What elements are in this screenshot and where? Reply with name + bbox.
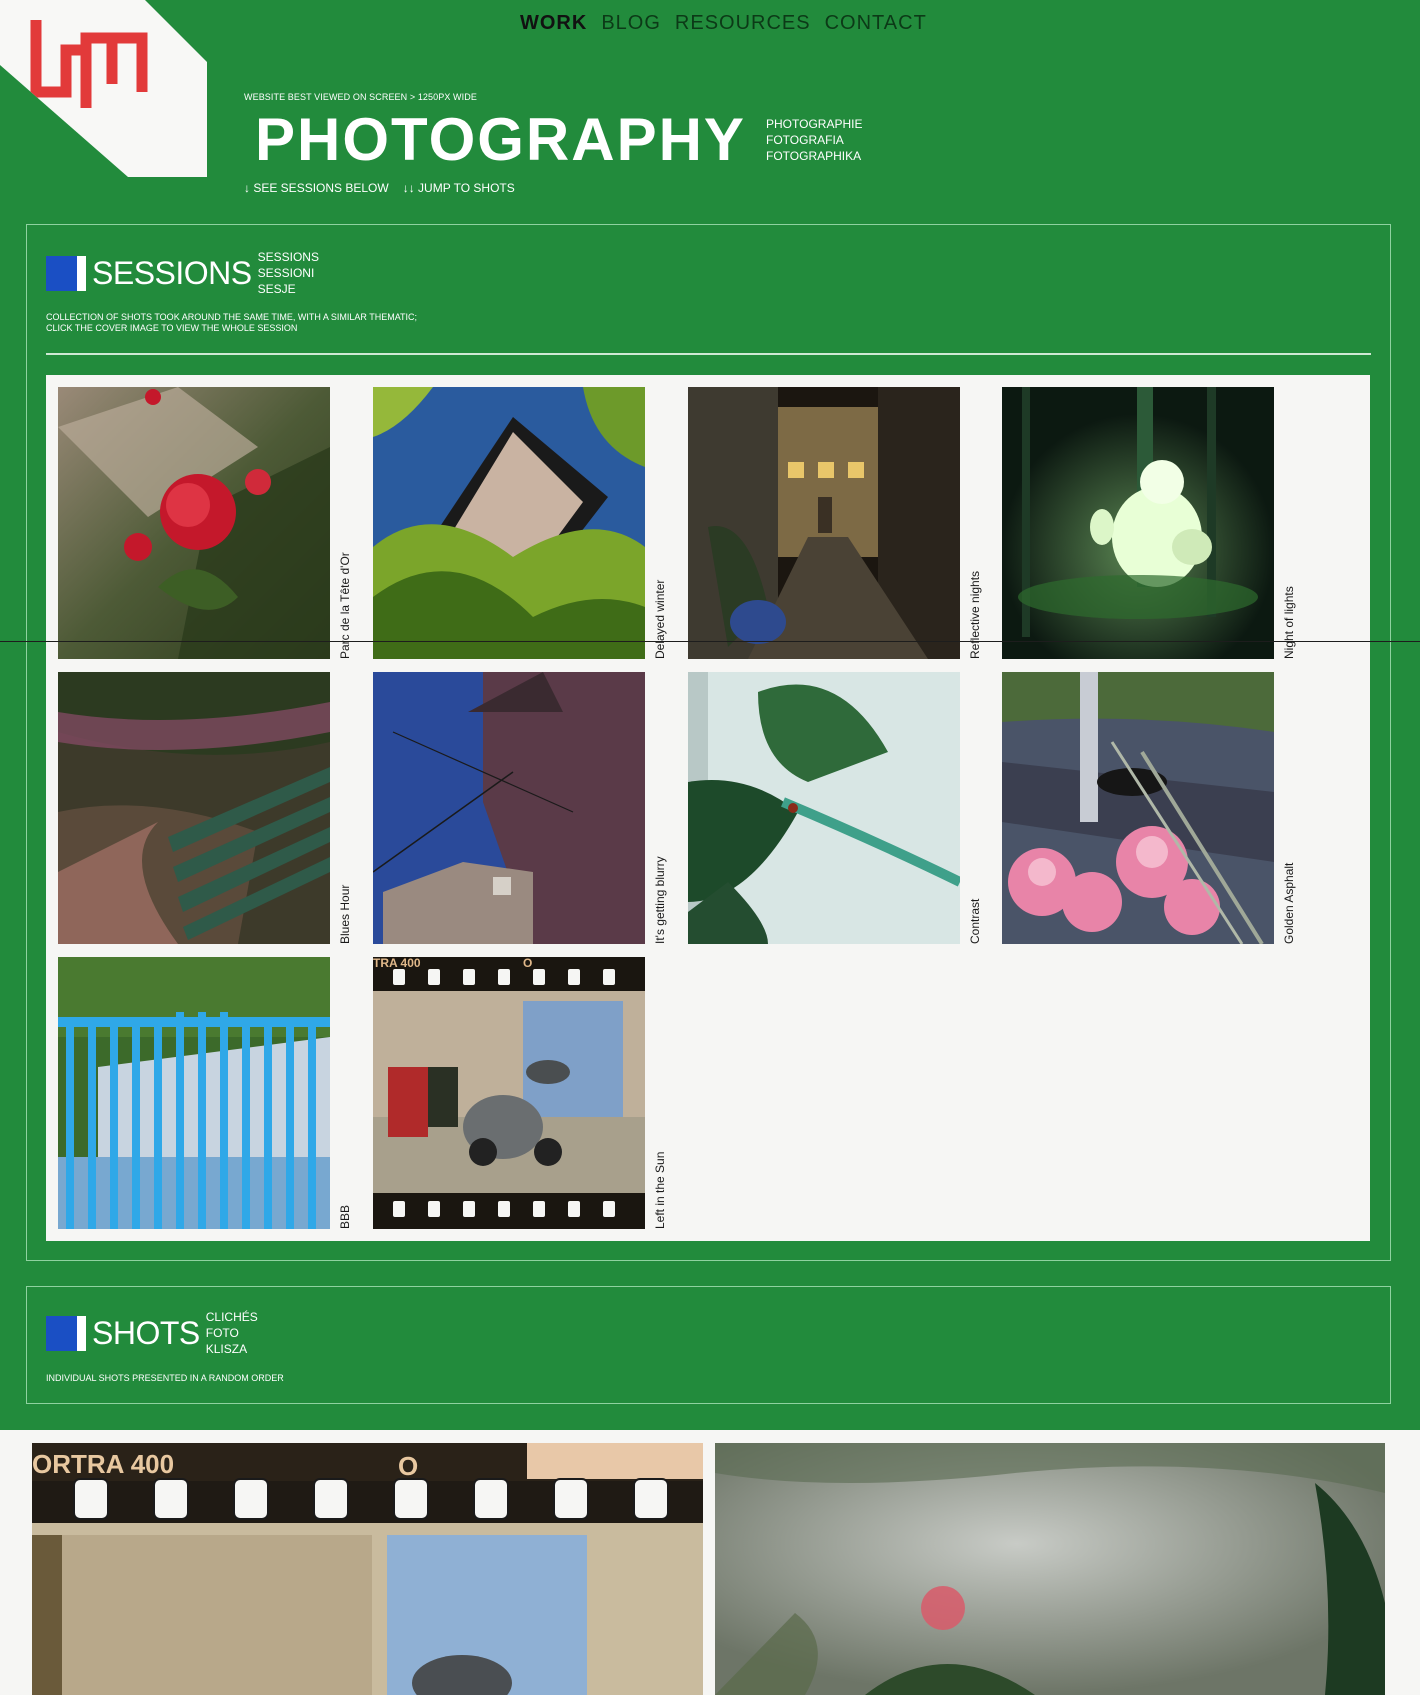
sessions-translation-pl: SESJE: [257, 282, 296, 296]
page-title: PHOTOGRAPHY: [255, 106, 746, 173]
session-label: Golden Asphalt: [1282, 862, 1296, 944]
shots-title: SHOTS: [92, 1314, 200, 1351]
translation-fr: PHOTOGRAPHIE: [766, 117, 863, 131]
session-label: Left in the Sun: [653, 1151, 667, 1229]
sessions-translations: SESSIONS SESSIONI SESJE: [258, 249, 319, 297]
scooter-film-photo[interactable]: TRA 400 O: [373, 957, 645, 1229]
session-card[interactable]: It's getting blurry: [373, 672, 667, 944]
sessions-title: SESSIONS: [92, 254, 252, 291]
glowing-bear-photo[interactable]: [1002, 387, 1274, 659]
sessions-panel: SESSIONS SESSIONS SESSIONI SESJE COLLECT…: [26, 224, 1391, 1261]
sessions-translation-fr: SESSIONS: [257, 250, 319, 264]
sessions-grid: Parc de la Tête d'Or Delayed winter Refl…: [46, 375, 1370, 1241]
building-wires-photo[interactable]: [373, 672, 645, 944]
shots-translation-pl: KLISZA: [205, 1342, 248, 1356]
nav-blog[interactable]: BLOG: [601, 12, 661, 35]
sessions-square-icon: [46, 255, 86, 291]
session-label: BBB: [338, 1204, 352, 1229]
translation-it: FOTOGRAFIA: [766, 133, 844, 147]
sessions-desc-line1: COLLECTION OF SHOTS TOOK AROUND THE SAME…: [46, 312, 418, 322]
sessions-desc-line2: CLICK THE COVER IMAGE TO VIEW THE WHOLE …: [46, 323, 298, 333]
film-mark: O: [398, 1451, 418, 1481]
night-alley-photo[interactable]: [688, 387, 960, 659]
shots-square-icon: [46, 1315, 86, 1351]
blurred-rose-shot[interactable]: [715, 1443, 1385, 1695]
session-card[interactable]: Reflective nights: [688, 387, 982, 659]
session-card[interactable]: Blues Hour: [58, 672, 352, 944]
session-label: It's getting blurry: [653, 856, 667, 944]
nav-resources[interactable]: RESOURCES: [675, 12, 811, 35]
logo-icon[interactable]: [30, 20, 155, 108]
shots-panel: SHOTS CLICHÉS FOTO KLISZA INDIVIDUAL SHO…: [26, 1286, 1391, 1404]
film-text: ORTRA 400: [32, 1449, 174, 1479]
session-card[interactable]: TRA 400 O Left in the Sun: [373, 957, 667, 1229]
horizontal-rule: [0, 641, 1420, 642]
session-card[interactable]: Parc de la Tête d'Or: [58, 387, 352, 659]
shots-header: SHOTS CLICHÉS FOTO KLISZA: [46, 1309, 258, 1357]
sessions-header: SESSIONS SESSIONS SESSIONI SESJE: [46, 249, 319, 297]
session-label: Delayed winter: [653, 579, 667, 659]
translation-pl: FOTOGRAPHIKA: [766, 149, 862, 163]
session-label: Reflective nights: [968, 570, 982, 659]
shots-translation-it: FOTO: [205, 1326, 239, 1340]
session-card[interactable]: BBB: [58, 957, 352, 1229]
sessions-description: COLLECTION OF SHOTS TOOK AROUND THE SAME…: [46, 312, 417, 334]
blue-fence-photo[interactable]: [58, 957, 330, 1229]
shots-translations: CLICHÉS FOTO KLISZA: [206, 1309, 258, 1357]
session-label: Blues Hour: [338, 884, 352, 944]
session-card[interactable]: Delayed winter: [373, 387, 667, 659]
shots-translation-fr: CLICHÉS: [205, 1310, 258, 1324]
shots-description: INDIVIDUAL SHOTS PRESENTED IN A RANDOM O…: [46, 1373, 284, 1383]
session-card[interactable]: Golden Asphalt: [1002, 672, 1296, 944]
leaf-ladybug-photo[interactable]: [688, 672, 960, 944]
session-card[interactable]: Contrast: [688, 672, 982, 944]
house-leaves-photo[interactable]: [373, 387, 645, 659]
session-label: Contrast: [968, 898, 982, 944]
film-edge-text: TRA 400: [373, 957, 421, 970]
sessions-divider: [46, 353, 1371, 355]
see-sessions-link[interactable]: ↓ SEE SESSIONS BELOW: [244, 181, 389, 195]
session-label: Night of lights: [1282, 586, 1296, 659]
main-nav: WORK BLOG RESOURCES CONTACT: [520, 12, 927, 35]
jump-to-shots-link[interactable]: ↓↓ JUMP TO SHOTS: [403, 181, 515, 195]
scooter-film-shot[interactable]: ORTRA 400 O: [32, 1443, 703, 1695]
pink-flowers-photo[interactable]: [1002, 672, 1274, 944]
hero-links: ↓ SEE SESSIONS BELOW ↓↓ JUMP TO SHOTS: [244, 181, 515, 195]
nav-contact[interactable]: CONTACT: [825, 12, 927, 35]
session-card[interactable]: Night of lights: [1002, 387, 1296, 659]
sessions-translation-it: SESSIONI: [257, 266, 315, 280]
nav-work[interactable]: WORK: [520, 12, 587, 35]
park-bench-photo[interactable]: [58, 672, 330, 944]
logo-panel[interactable]: [0, 0, 207, 177]
title-translations: PHOTOGRAPHIE FOTOGRAFIA FOTOGRAPHIKA: [766, 116, 862, 164]
best-viewed-note: WEBSITE BEST VIEWED ON SCREEN > 1250PX W…: [244, 92, 477, 102]
film-edge-mark: O: [523, 957, 532, 970]
rose-photo[interactable]: [58, 387, 330, 659]
session-label: Parc de la Tête d'Or: [338, 552, 352, 659]
